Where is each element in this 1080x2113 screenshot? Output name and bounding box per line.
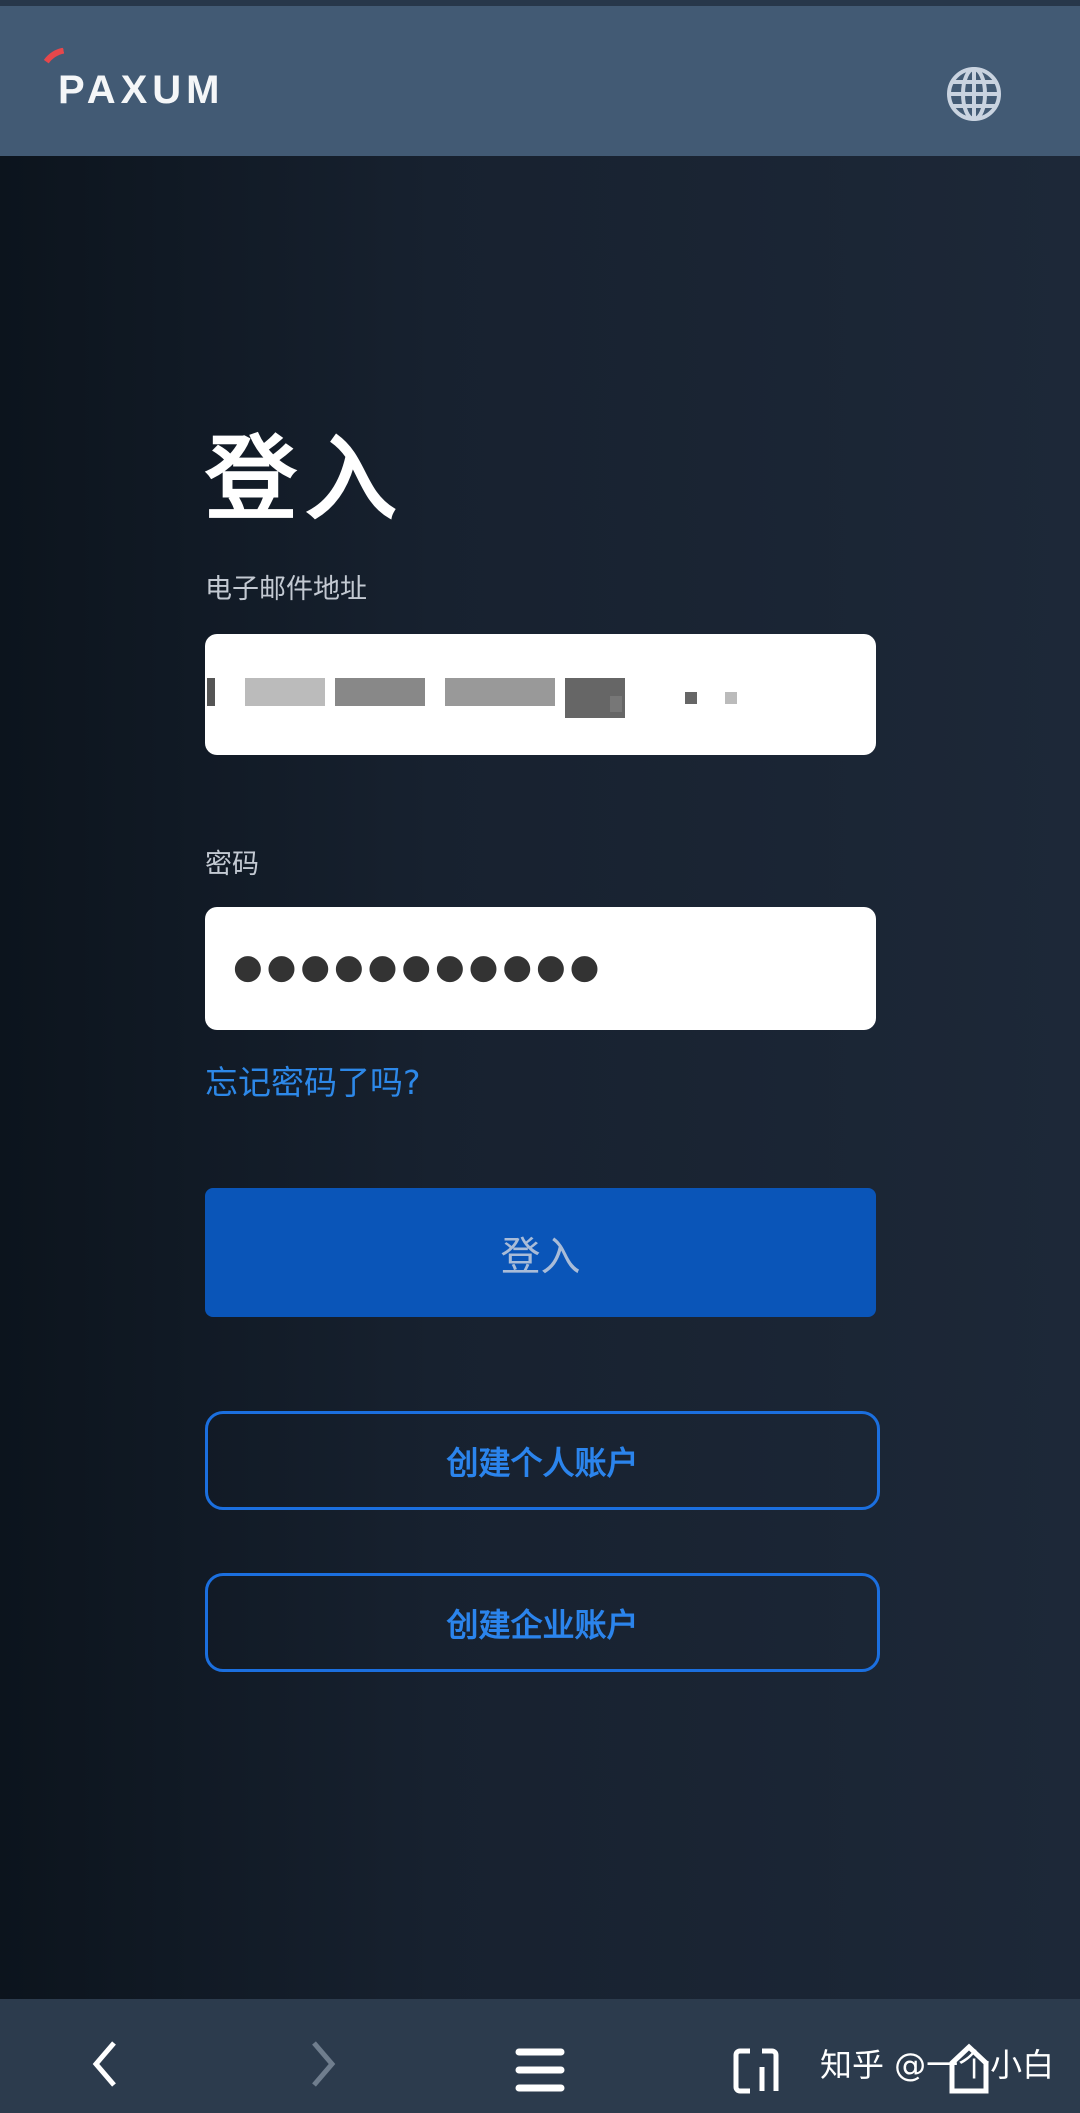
create-business-account-button[interactable]: 创建企业账户 — [205, 1573, 880, 1672]
pixelated-email — [245, 678, 325, 706]
pixelated-email — [445, 678, 555, 706]
menu-icon[interactable] — [515, 2047, 565, 2093]
create-personal-account-button[interactable]: 创建个人账户 — [205, 1411, 880, 1510]
email-label: 电子邮件地址 — [205, 574, 367, 605]
watermark: 知乎 @一个小白 — [820, 2046, 1055, 2084]
top-header: PAXUM — [0, 6, 1080, 156]
forward-icon[interactable] — [308, 2039, 338, 2089]
globe-icon[interactable] — [946, 66, 1002, 122]
browser-toolbar: 知乎 @一个小白 — [0, 1999, 1080, 2113]
password-input[interactable]: ●●●●●●●●●●● — [205, 907, 876, 1030]
page-title: 登入 — [205, 426, 406, 533]
pixelated-email — [335, 678, 425, 706]
password-value: ●●●●●●●●●●● — [233, 947, 604, 987]
pixelated-email — [207, 678, 215, 706]
pixelated-email — [725, 692, 737, 704]
pixelated-email — [610, 696, 622, 712]
pixelated-email — [685, 692, 697, 704]
back-icon[interactable] — [90, 2039, 120, 2089]
login-button[interactable]: 登入 — [205, 1188, 876, 1317]
email-input[interactable] — [205, 634, 876, 755]
tabs-icon[interactable] — [732, 2047, 780, 2095]
password-label: 密码 — [205, 849, 259, 880]
paxum-logo[interactable]: PAXUM — [58, 68, 224, 113]
home-icon[interactable] — [948, 2043, 990, 2095]
forgot-password-link[interactable]: 忘记密码了吗? — [205, 1056, 421, 1104]
